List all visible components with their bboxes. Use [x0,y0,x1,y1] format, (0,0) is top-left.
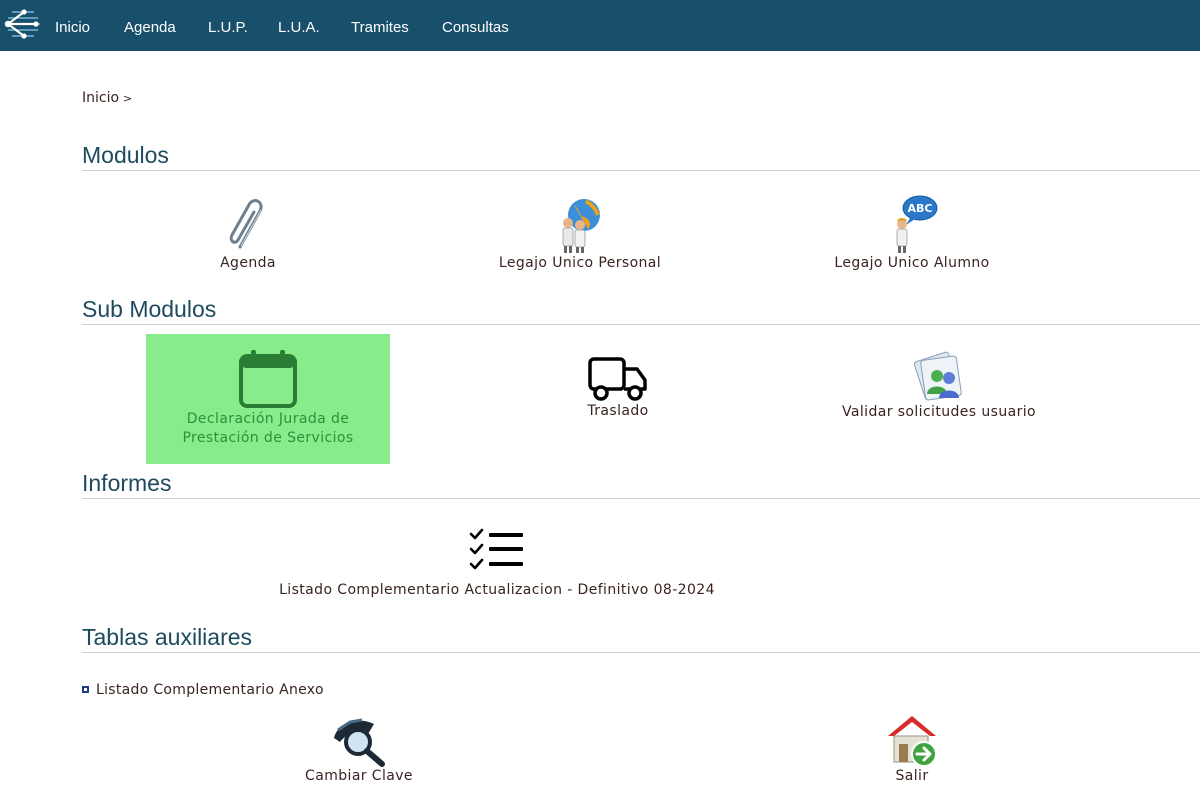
nav-agenda[interactable]: Agenda [124,0,176,51]
section-divider [82,324,1200,325]
submodule-validar-solicitudes[interactable]: Validar solicitudes usuario [836,350,1042,420]
network-logo-icon[interactable] [2,4,44,46]
cambiar-clave-label: Cambiar Clave [305,768,413,784]
section-title-tablas-auxiliares: Tablas auxiliares [82,624,253,650]
link-label: Listado Complementario Anexo [96,682,324,698]
svg-text:ABC: ABC [908,202,933,215]
breadcrumb-home-link[interactable]: Inicio [82,90,119,106]
globe-people-icon [562,199,600,253]
nav-tramites[interactable]: Tramites [351,0,409,51]
salir-label: Salir [895,768,929,784]
cambiar-clave-button[interactable]: Cambiar Clave [296,712,422,784]
submodule-label: Validar solicitudes usuario [842,404,1036,420]
nav-lup[interactable]: L.U.P. [208,0,248,51]
submodule-declaracion-jurada[interactable]: Declaración Jurada de Prestación de Serv… [146,334,390,464]
section-title-sub-modulos: Sub Modulos [82,296,217,322]
submodule-traslado[interactable]: Traslado [570,355,666,419]
submodule-label: Declaración Jurada de Prestación de Serv… [182,411,354,446]
module-legajo-unico-alumno[interactable]: ABC Legajo Unico Alumno [822,193,1002,271]
home-exit-icon [888,716,937,767]
module-legajo-unico-personal[interactable]: Legajo Unico Personal [480,193,680,271]
listado-complementario-anexo-link[interactable]: Listado Complementario Anexo [82,682,324,698]
person-speech-icon: ABC [896,195,938,253]
informe-listado-complementario[interactable]: Listado Complementario Actualizacion - D… [266,527,728,598]
section-divider [82,652,1200,653]
users-icon [913,351,962,401]
salir-button[interactable]: Salir [872,712,952,784]
informe-label: Listado Complementario Actualizacion - D… [279,582,715,598]
module-label: Legajo Unico Personal [498,255,662,271]
nav-inicio[interactable]: Inicio [55,0,90,51]
nav-consultas[interactable]: Consultas [442,0,509,51]
magnifier-icon [334,718,385,767]
section-divider [82,498,1200,499]
top-nav-bar: Inicio Agenda L.U.P. L.U.A. Tramites Con… [0,0,1200,51]
submodule-label: Traslado [587,403,649,419]
truck-icon [588,357,647,401]
module-agenda[interactable]: Agenda [190,193,306,271]
nav-lua[interactable]: L.U.A. [278,0,320,51]
paperclip-icon [229,199,263,249]
bullet-icon [82,686,89,693]
module-label: Legajo Unico Alumno [834,255,990,271]
section-title-modulos: Modulos [82,142,169,168]
module-label: Agenda [220,255,276,271]
breadcrumb: Inicio > [82,90,132,106]
section-divider [82,170,1200,171]
breadcrumb-separator: > [123,92,133,105]
checklist-icon [469,528,523,570]
section-title-informes: Informes [82,470,172,496]
calendar-icon [239,350,297,408]
